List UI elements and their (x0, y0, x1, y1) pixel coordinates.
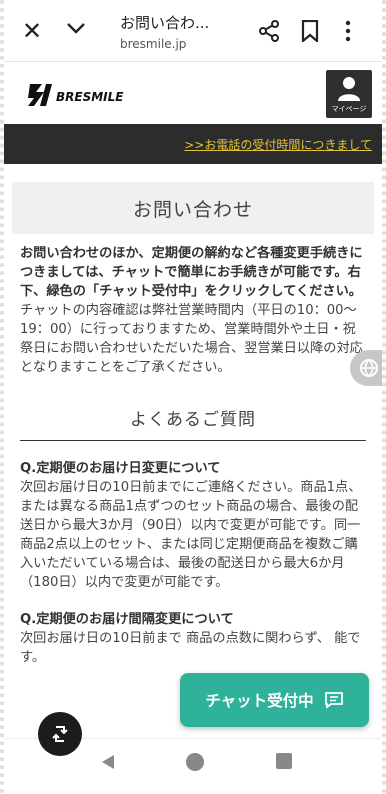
globe-icon (360, 359, 378, 378)
browser-toolbar: ✕ お問い合わ... bresmile.jp (4, 0, 382, 62)
lead-sub-text: チャットの内容確認は弊社営業時間内（平日の10：00〜19：00）に行っておりま… (20, 303, 363, 375)
notice-bar: >>お電話の受付時間につきまして (4, 124, 382, 164)
phone-hours-link[interactable]: >>お電話の受付時間につきまして (184, 136, 372, 153)
page-title-box: お問い合わせ (12, 182, 374, 234)
bookmark-icon[interactable] (301, 20, 319, 42)
mypage-label: マイページ (331, 105, 367, 113)
mypage-button[interactable]: マイページ (326, 70, 372, 118)
chat-button-label: チャット受付中 (205, 692, 314, 710)
svg-text:BRESMILE: BRESMILE (56, 90, 124, 104)
back-icon[interactable] (99, 753, 117, 771)
faq-divider (20, 440, 366, 441)
chat-button[interactable]: チャット受付中 (180, 673, 369, 727)
faq-heading: よくあるご質問 (130, 410, 256, 430)
home-icon[interactable] (186, 753, 204, 771)
lead-bold-text: お問い合わせのほか、定期便の解約など各種変更手続きにつきましては、チャットで簡単… (20, 246, 363, 299)
user-icon (338, 77, 360, 101)
tab-title: お問い合わ... (120, 14, 210, 32)
rotate-screen-button[interactable] (38, 712, 82, 756)
side-widget-tab[interactable] (350, 350, 382, 386)
site-header: BRESMILE マイページ (4, 62, 382, 124)
more-vert-icon[interactable] (344, 20, 352, 42)
main-content: お問い合わせ お問い合わせのほか、定期便の解約など各種変更手続きにつきましては、… (12, 182, 374, 667)
page-domain: bresmile.jp (120, 37, 187, 51)
faq-question[interactable]: Q.定期便のお届け日変更について (20, 459, 366, 478)
rotate-icon (52, 726, 68, 742)
faq-question[interactable]: Q.定期便のお届け間隔変更について (20, 610, 366, 629)
faq-answer: 次回お届け日の10日前まで 商品の点数に関わらず、 能です。 (20, 631, 361, 665)
faq-item: Q.定期便のお届け日変更について 次回お届け日の10日前までにご連絡ください。商… (20, 459, 366, 592)
page-title: お問い合わせ (132, 198, 253, 221)
brand-logo[interactable]: BRESMILE (26, 80, 136, 108)
close-icon[interactable]: ✕ (22, 19, 42, 43)
chat-bubble-icon (324, 692, 343, 709)
faq-answer: 次回お届け日の10日前までにご連絡ください。商品1点、または異なる商品1点ずつの… (20, 480, 362, 590)
recents-icon[interactable] (276, 753, 292, 769)
chevron-down-icon[interactable] (64, 16, 88, 40)
faq-item: Q.定期便のお届け間隔変更について 次回お届け日の10日前まで 商品の点数に関わ… (20, 610, 366, 667)
share-icon[interactable] (258, 20, 280, 42)
